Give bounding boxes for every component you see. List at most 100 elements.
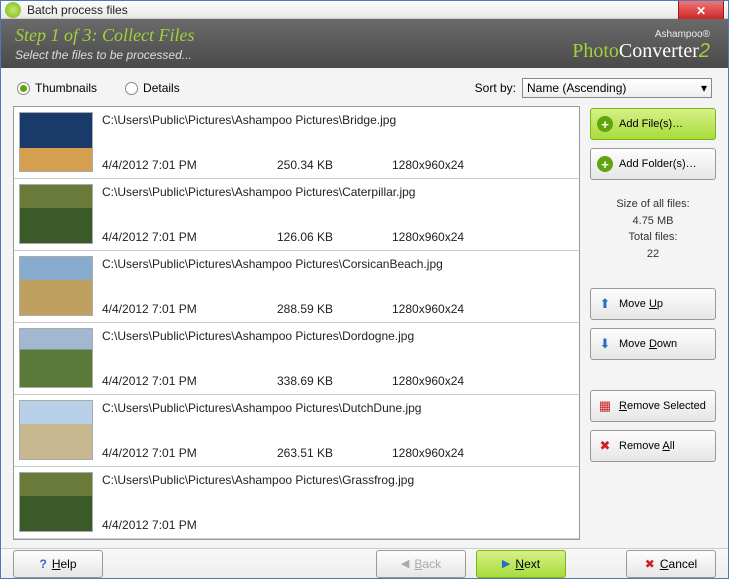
brand-photo: Photo <box>572 40 619 62</box>
thumbnail <box>19 472 93 532</box>
thumbnail <box>19 184 93 244</box>
sortby-select[interactable]: Name (Ascending) ▾ <box>522 78 712 98</box>
remove-selected-button[interactable]: ▦ Remove Selected <box>590 390 716 422</box>
file-dims: 1280x960x24 <box>392 446 464 460</box>
radio-details-label: Details <box>143 81 180 95</box>
file-meta: 4/4/2012 7:01 PM250.34 KB1280x960x24 <box>102 158 575 172</box>
chevron-down-icon: ▾ <box>701 81 707 95</box>
remove-all-button[interactable]: ✖ Remove All <box>590 430 716 462</box>
brand-logo: Ashampoo® PhotoConverter2 <box>572 29 710 63</box>
titlebar: Batch process files ✕ <box>1 1 728 19</box>
stats-total-value: 22 <box>590 246 716 263</box>
move-up-button[interactable]: ⬆ Move Up <box>590 288 716 320</box>
add-files-label: Add File(s)… <box>619 118 683 130</box>
remove-selected-label: Remove Selected <box>619 400 706 412</box>
file-dims: 1280x960x24 <box>392 374 464 388</box>
move-down-button[interactable]: ⬇ Move Down <box>590 328 716 360</box>
header-band: Step 1 of 3: Collect Files Select the fi… <box>1 19 728 68</box>
brand-version: 2 <box>699 40 710 62</box>
file-size: 263.51 KB <box>277 446 392 460</box>
next-button[interactable]: ▶ Next <box>476 550 566 578</box>
file-item[interactable]: C:\Users\Public\Pictures\Ashampoo Pictur… <box>14 251 579 323</box>
arrow-right-icon: ▶ <box>502 557 510 570</box>
file-dims: 1280x960x24 <box>392 158 464 172</box>
step-title: Step 1 of 3: Collect Files <box>15 25 194 46</box>
add-folders-button[interactable]: + Add Folder(s)… <box>590 148 716 180</box>
thumbnail <box>19 256 93 316</box>
move-down-label: Move Down <box>619 338 677 350</box>
file-meta: 4/4/2012 7:01 PM263.51 KB1280x960x24 <box>102 446 575 460</box>
file-path: C:\Users\Public\Pictures\Ashampoo Pictur… <box>102 401 575 415</box>
file-size <box>277 518 392 532</box>
radio-dot-icon <box>125 82 138 95</box>
file-list-container: C:\Users\Public\Pictures\Ashampoo Pictur… <box>13 106 580 540</box>
file-meta: 4/4/2012 7:01 PM288.59 KB1280x960x24 <box>102 302 575 316</box>
file-dims: 1280x960x24 <box>392 302 464 316</box>
radio-details[interactable]: Details <box>125 81 180 95</box>
radio-thumbnails[interactable]: Thumbnails <box>17 81 97 95</box>
file-path: C:\Users\Public\Pictures\Ashampoo Pictur… <box>102 113 575 127</box>
file-info: C:\Users\Public\Pictures\Ashampoo Pictur… <box>98 467 579 538</box>
file-info: C:\Users\Public\Pictures\Ashampoo Pictur… <box>98 107 579 178</box>
radio-dot-icon <box>17 82 30 95</box>
file-meta: 4/4/2012 7:01 PM126.06 KB1280x960x24 <box>102 230 575 244</box>
brand-converter: Converter <box>619 40 699 62</box>
file-size: 126.06 KB <box>277 230 392 244</box>
file-date: 4/4/2012 7:01 PM <box>102 374 277 388</box>
add-folders-label: Add Folder(s)… <box>619 158 697 170</box>
help-label: Help <box>52 557 77 571</box>
file-date: 4/4/2012 7:01 PM <box>102 230 277 244</box>
file-meta: 4/4/2012 7:01 PM <box>102 518 575 532</box>
footer: ? Help ◀ Back ▶ Next ✖ Cancel <box>1 548 728 578</box>
back-button[interactable]: ◀ Back <box>376 550 466 578</box>
help-icon: ? <box>39 557 46 571</box>
file-meta: 4/4/2012 7:01 PM338.69 KB1280x960x24 <box>102 374 575 388</box>
help-button[interactable]: ? Help <box>13 550 103 578</box>
file-dims: 1280x960x24 <box>392 230 464 244</box>
file-path: C:\Users\Public\Pictures\Ashampoo Pictur… <box>102 329 575 343</box>
move-up-label: Move Up <box>619 298 663 310</box>
add-files-button[interactable]: + Add File(s)… <box>590 108 716 140</box>
close-button[interactable]: ✕ <box>678 1 724 21</box>
file-list[interactable]: C:\Users\Public\Pictures\Ashampoo Pictur… <box>14 107 579 539</box>
stats-size-label: Size of all files: <box>590 196 716 213</box>
side-panel: + Add File(s)… + Add Folder(s)… Size of … <box>590 106 716 540</box>
window-title: Batch process files <box>27 3 128 17</box>
app-icon <box>5 2 21 18</box>
thumbnail <box>19 112 93 172</box>
remove-selected-icon: ▦ <box>597 398 613 414</box>
file-info: C:\Users\Public\Pictures\Ashampoo Pictur… <box>98 323 579 394</box>
sortby-label: Sort by: <box>475 81 516 95</box>
sortby-value: Name (Ascending) <box>527 81 626 95</box>
file-date: 4/4/2012 7:01 PM <box>102 302 277 316</box>
file-path: C:\Users\Public\Pictures\Ashampoo Pictur… <box>102 473 575 487</box>
thumbnail <box>19 400 93 460</box>
remove-all-label: Remove All <box>619 440 675 452</box>
file-item[interactable]: C:\Users\Public\Pictures\Ashampoo Pictur… <box>14 467 579 539</box>
file-item[interactable]: C:\Users\Public\Pictures\Ashampoo Pictur… <box>14 395 579 467</box>
thumbnail <box>19 328 93 388</box>
file-size: 250.34 KB <box>277 158 392 172</box>
arrow-up-icon: ⬆ <box>597 296 613 312</box>
brand-top: Ashampoo® <box>572 29 710 40</box>
file-date: 4/4/2012 7:01 PM <box>102 446 277 460</box>
file-info: C:\Users\Public\Pictures\Ashampoo Pictur… <box>98 251 579 322</box>
file-date: 4/4/2012 7:01 PM <box>102 158 277 172</box>
plus-icon: + <box>597 156 613 172</box>
back-label: Back <box>414 557 441 571</box>
file-size: 338.69 KB <box>277 374 392 388</box>
stats-total-label: Total files: <box>590 229 716 246</box>
file-info: C:\Users\Public\Pictures\Ashampoo Pictur… <box>98 395 579 466</box>
file-item[interactable]: C:\Users\Public\Pictures\Ashampoo Pictur… <box>14 107 579 179</box>
arrow-down-icon: ⬇ <box>597 336 613 352</box>
remove-icon: ✖ <box>597 438 613 454</box>
cancel-icon: ✖ <box>645 557 655 571</box>
file-info: C:\Users\Public\Pictures\Ashampoo Pictur… <box>98 179 579 250</box>
file-item[interactable]: C:\Users\Public\Pictures\Ashampoo Pictur… <box>14 323 579 395</box>
stats-size-value: 4.75 MB <box>590 213 716 230</box>
file-item[interactable]: C:\Users\Public\Pictures\Ashampoo Pictur… <box>14 179 579 251</box>
cancel-button[interactable]: ✖ Cancel <box>626 550 716 578</box>
main-row: C:\Users\Public\Pictures\Ashampoo Pictur… <box>13 106 716 540</box>
file-path: C:\Users\Public\Pictures\Ashampoo Pictur… <box>102 257 575 271</box>
arrow-left-icon: ◀ <box>401 557 409 570</box>
